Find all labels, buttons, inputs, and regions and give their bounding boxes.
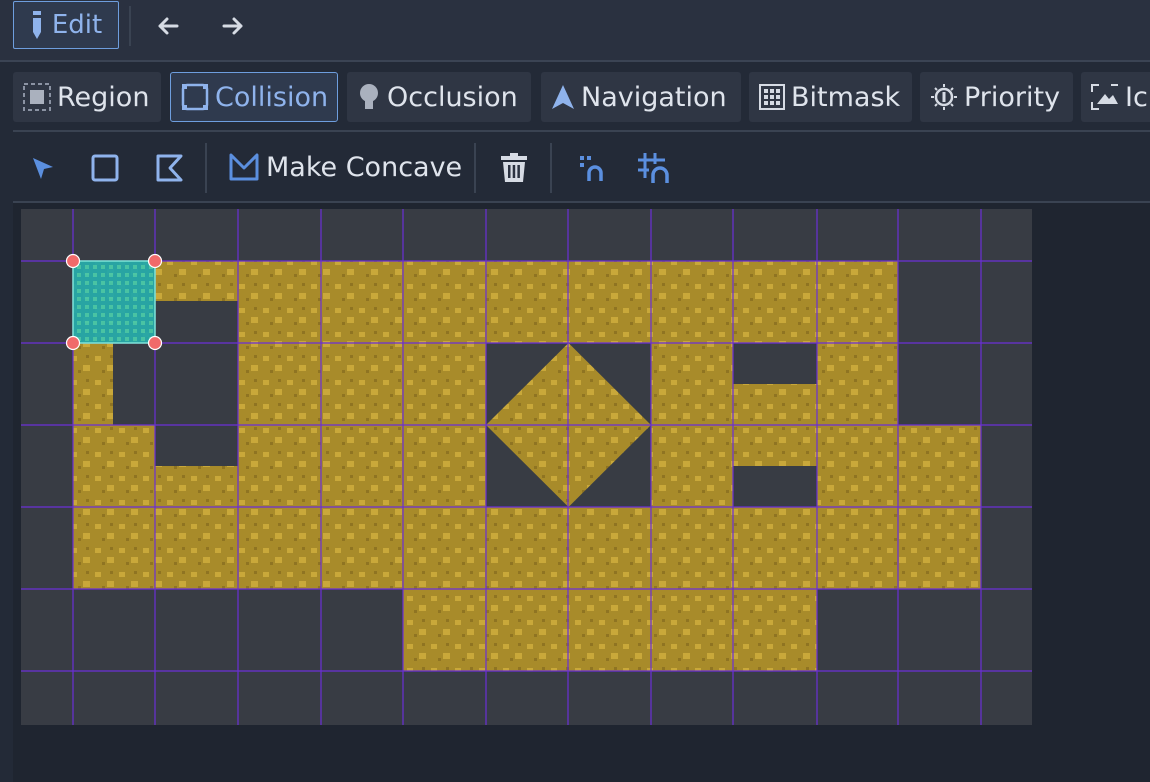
atlas-tile [155, 507, 238, 589]
atlas-tile [817, 507, 898, 589]
pencil-icon [30, 11, 44, 39]
atlas-tile [321, 425, 403, 507]
select-tool-button[interactable] [20, 146, 64, 190]
atlas-tile [898, 425, 981, 507]
atlas-tile [403, 507, 486, 589]
arrow-left-icon [157, 16, 179, 36]
collision-icon [181, 83, 209, 111]
tab-icon-label: Ic [1125, 81, 1148, 113]
atlas-tile [568, 589, 651, 671]
tab-occlusion[interactable]: Occlusion [347, 72, 531, 122]
tool-separator [205, 143, 207, 193]
collision-vertex-handle[interactable] [147, 253, 163, 269]
atlas-tile [238, 507, 321, 589]
atlas-tile [403, 589, 486, 671]
navigation-icon [551, 84, 575, 110]
rectangle-icon [90, 153, 120, 183]
tab-bitmask-label: Bitmask [791, 81, 901, 113]
atlas-gap [155, 425, 238, 466]
atlas-tile [403, 343, 486, 425]
tab-bitmask[interactable]: Bitmask [749, 72, 912, 122]
atlas-tile [898, 507, 981, 589]
tab-navigation-label: Navigation [581, 81, 727, 113]
region-icon [23, 83, 51, 111]
tile-atlas[interactable] [21, 209, 1032, 725]
edit-label: Edit [51, 10, 103, 40]
priority-icon [930, 83, 958, 111]
atlas-tile [321, 261, 403, 343]
atlas-tile [73, 507, 155, 589]
atlas-tile [817, 343, 898, 425]
atlas-tile [817, 261, 898, 343]
atlas-tile [568, 507, 651, 589]
tab-region[interactable]: Region [13, 72, 161, 122]
atlas-tile [403, 425, 486, 507]
forward-button[interactable] [213, 6, 253, 46]
atlas-tile [238, 261, 321, 343]
atlas-gap [155, 301, 238, 343]
tab-priority-label: Priority [964, 81, 1061, 113]
collision-vertex-handle[interactable] [65, 335, 81, 351]
delete-button[interactable] [492, 146, 536, 190]
trash-icon [500, 153, 528, 183]
collision-shape [72, 260, 156, 344]
make-concave-button[interactable]: Make Concave [228, 143, 462, 191]
edit-button[interactable]: Edit [13, 1, 119, 49]
snap-button[interactable] [570, 146, 614, 190]
tile-atlas-svg[interactable] [21, 209, 1032, 725]
make-concave-icon [228, 152, 260, 182]
atlas-tile [486, 507, 568, 589]
tab-region-label: Region [57, 81, 150, 113]
atlas-tile [321, 507, 403, 589]
tool-separator-3 [550, 143, 552, 193]
atlas-tile [651, 261, 733, 343]
atlas-tile [238, 343, 321, 425]
toolbar-separator [129, 6, 131, 46]
atlas-tile [733, 589, 817, 671]
bitmask-icon [759, 84, 785, 110]
atlas-tile [733, 507, 817, 589]
collision-vertex-handle[interactable] [65, 253, 81, 269]
polygon-icon [154, 153, 184, 183]
polygon-tool-button[interactable] [147, 146, 191, 190]
atlas-tile [73, 425, 155, 507]
atlas-gap [113, 343, 155, 425]
grid-snap-icon [637, 152, 671, 184]
collision-vertex-handle[interactable] [147, 335, 163, 351]
snap-icon [577, 153, 607, 183]
select-arrow-icon [29, 155, 55, 181]
tab-icon[interactable]: Ic [1081, 72, 1150, 122]
grid-snap-button[interactable] [632, 146, 676, 190]
atlas-gap [733, 343, 817, 384]
atlas-tile [321, 343, 403, 425]
tab-collision-label: Collision [215, 81, 329, 113]
atlas-tile [238, 425, 321, 507]
arrow-right-icon [222, 16, 244, 36]
atlas-tile [651, 589, 733, 671]
atlas-tile [486, 261, 568, 343]
occlusion-icon [357, 83, 381, 111]
tab-occlusion-label: Occlusion [387, 81, 518, 113]
atlas-tile [651, 507, 733, 589]
tab-collision[interactable]: Collision [170, 72, 338, 122]
icon-icon [1091, 84, 1119, 110]
atlas-tile [568, 261, 651, 343]
atlas-tile [651, 425, 733, 507]
atlas-tile [817, 425, 898, 507]
atlas-tile [486, 589, 568, 671]
atlas-tile [403, 261, 486, 343]
make-concave-label: Make Concave [266, 151, 463, 183]
rectangle-tool-button[interactable] [83, 146, 127, 190]
tab-row-divider [13, 130, 1150, 132]
atlas-tile [733, 261, 817, 343]
tab-priority[interactable]: Priority [920, 72, 1073, 122]
atlas-tile [651, 343, 733, 425]
tab-navigation[interactable]: Navigation [541, 72, 741, 122]
atlas-gap [733, 466, 817, 507]
tool-separator-2 [474, 143, 476, 193]
back-button[interactable] [148, 6, 188, 46]
